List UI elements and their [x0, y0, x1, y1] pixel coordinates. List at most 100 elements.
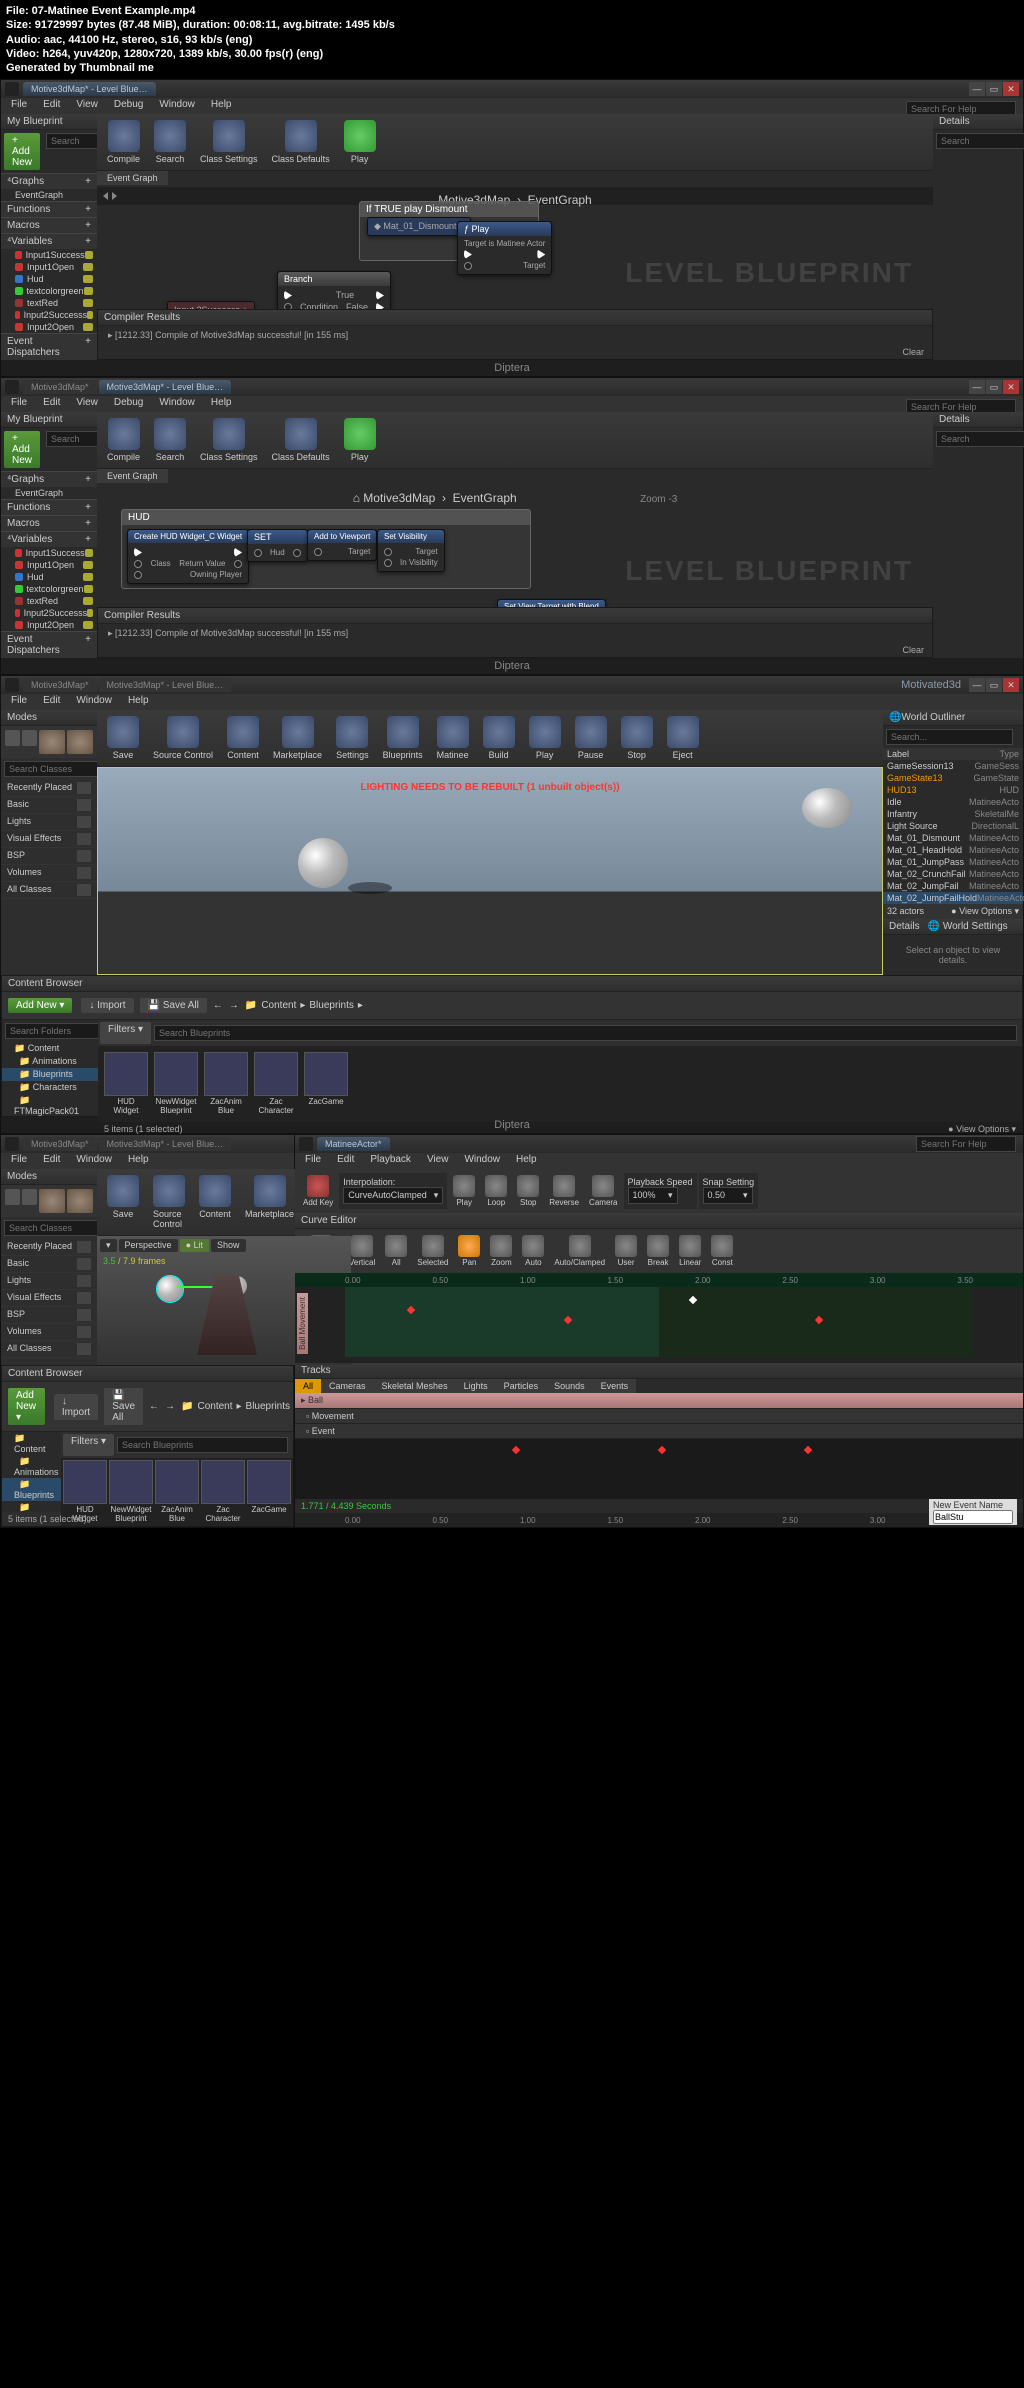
foliage-mode-icon[interactable] [67, 730, 93, 754]
curve-pan-button[interactable]: Pan [454, 1233, 484, 1269]
variable-item[interactable]: textRed [1, 297, 97, 309]
curve-const-button[interactable]: Const [707, 1233, 737, 1269]
outliner-row[interactable]: Mat_01_JumpPassMatineeActo [883, 856, 1023, 868]
set-view-target-node[interactable]: Set View Target with Blend Target New Vi… [497, 599, 606, 607]
menu-window[interactable]: Window [70, 694, 118, 710]
add-viewport-node[interactable]: Add to Viewport Target [307, 529, 377, 561]
track-tab[interactable]: Particles [496, 1379, 547, 1393]
track-tab[interactable]: Skeletal Meshes [374, 1379, 456, 1393]
track-tab[interactable]: Sounds [546, 1379, 593, 1393]
eventgraph-item[interactable]: EventGraph [1, 189, 97, 201]
add-new-button[interactable]: + Add New [4, 133, 40, 170]
set-node[interactable]: SET Hud [247, 529, 308, 562]
details-search[interactable] [936, 133, 1024, 149]
curve-break-button[interactable]: Break [643, 1233, 673, 1269]
menu-edit[interactable]: Edit [37, 694, 66, 710]
minimize-button[interactable]: — [969, 678, 985, 692]
outliner-row[interactable]: Mat_02_CrunchFailMatineeActo [883, 868, 1023, 880]
cat-functions[interactable]: Functions+ [1, 201, 97, 217]
save-button[interactable]: Save [101, 714, 145, 762]
nav-back-icon[interactable] [103, 192, 108, 200]
cb-view-options[interactable]: ● View Options ▾ [948, 1124, 1016, 1135]
outliner-search[interactable] [886, 729, 1013, 745]
matinee-help-search[interactable] [916, 1136, 1016, 1152]
variable-item[interactable]: Input1Open [1, 261, 97, 273]
mode-category[interactable]: Lights [1, 1273, 97, 1290]
cb-add-new[interactable]: Add New ▾ [8, 998, 72, 1013]
cb-save-all[interactable]: 💾 Save All [104, 1388, 143, 1425]
vp-lit[interactable]: ● Lit [180, 1239, 209, 1252]
maximize-button[interactable]: ▭ [986, 678, 1002, 692]
asset-item[interactable]: ZacGame [304, 1052, 348, 1116]
menu-window[interactable]: Window [153, 396, 201, 412]
mode-category[interactable]: Visual Effects [1, 831, 97, 848]
curve-auto/clamped-button[interactable]: Auto/Clamped [550, 1233, 609, 1269]
cb-save-all[interactable]: 💾 Save All [140, 998, 207, 1013]
stop-button[interactable]: Stop [513, 1173, 543, 1209]
cb-path[interactable]: 📁 Content ▸ Blueprints ▸ [245, 1000, 363, 1011]
tab-map[interactable]: Motive3dMap* [23, 1137, 97, 1151]
track-tab[interactable]: Lights [456, 1379, 496, 1393]
folder-item[interactable]: 📁 Blueprints [2, 1478, 61, 1501]
curve-zoom-button[interactable]: Zoom [486, 1233, 516, 1269]
mode-category[interactable]: Visual Effects [1, 1290, 97, 1307]
play-button[interactable]: Play [338, 416, 382, 464]
mode-category[interactable]: BSP [1, 1307, 97, 1324]
set-visibility-node[interactable]: Set Visibility Target In Visibility [377, 529, 445, 572]
outliner-row[interactable]: GameSession13GameSess [883, 760, 1023, 772]
curve-all-button[interactable]: All [381, 1233, 411, 1269]
folder-item[interactable]: 📁 FTMagicPack01 [2, 1094, 98, 1116]
class-defaults-button[interactable]: Class Defaults [266, 118, 336, 166]
content-button[interactable]: Content [221, 714, 265, 762]
outliner-row[interactable]: Mat_02_JumpFailHoldMatineeActo [883, 892, 1023, 904]
eventgraph-tab[interactable]: Event Graph [97, 469, 168, 483]
interp-select[interactable]: CurveAutoClamped▾ [343, 1187, 443, 1204]
tab-level-blueprint[interactable]: Motive3dMap* - Level Blue… [99, 1137, 232, 1151]
nav-fwd-icon[interactable] [112, 192, 117, 200]
variable-item[interactable]: Input1Success [1, 249, 97, 261]
asset-item[interactable]: NewWidget Blueprint [154, 1052, 198, 1116]
eventgraph-tab[interactable]: Event Graph [97, 171, 168, 185]
tab-level-blueprint[interactable]: Motive3dMap* - Level Blue… [23, 82, 156, 96]
variable-item[interactable]: textRed [1, 595, 97, 607]
cat-graphs[interactable]: ⁴Graphs+ [1, 471, 97, 487]
menu-help[interactable]: Help [205, 98, 238, 114]
variable-item[interactable]: Hud [1, 273, 97, 285]
variable-item[interactable]: Input1Success [1, 547, 97, 559]
cb-fwd[interactable]: → [165, 1401, 175, 1412]
folder-item[interactable]: 📁 Characters [2, 1501, 61, 1512]
folder-item[interactable]: 📁 Characters [2, 1081, 98, 1094]
track-tab[interactable]: Cameras [321, 1379, 374, 1393]
speed-select[interactable]: 100%▾ [628, 1187, 678, 1204]
track-tab[interactable]: Events [593, 1379, 637, 1393]
stop-button[interactable]: Stop [615, 714, 659, 762]
outliner-row[interactable]: Mat_02_JumpFailMatineeActo [883, 880, 1023, 892]
landscape-mode-icon[interactable] [39, 730, 65, 754]
new-event-popup[interactable]: New Event Name [929, 1499, 1017, 1525]
cat-variables[interactable]: ⁴Variables+ [1, 531, 97, 547]
marketplace-button[interactable]: Marketplace [239, 1173, 300, 1231]
folder-item[interactable]: 📁 Animations [2, 1055, 98, 1068]
blueprints-button[interactable]: Blueprints [377, 714, 429, 762]
details-tab[interactable]: Details [889, 921, 920, 932]
menu-help[interactable]: Help [122, 694, 155, 710]
asset-item[interactable]: ZacGame [247, 1460, 291, 1524]
menu-view[interactable]: View [421, 1153, 455, 1169]
menu-window[interactable]: Window [153, 98, 201, 114]
variable-item[interactable]: textcolorgreen [1, 285, 97, 297]
mode-category[interactable]: All Classes [1, 1341, 97, 1358]
eject-button[interactable]: Eject [661, 714, 705, 762]
folder-item[interactable]: 📁 Blueprints [2, 1068, 98, 1081]
mode-category[interactable]: All Classes [1, 882, 97, 899]
paint-mode-icon[interactable] [22, 730, 37, 746]
track-group-ball[interactable]: ▸ Ball [295, 1393, 1023, 1409]
snap-select[interactable]: 0.50▾ [703, 1187, 753, 1204]
foliage-mode-icon[interactable] [67, 1189, 93, 1213]
curve-auto-button[interactable]: Auto [518, 1233, 548, 1269]
cat-variables[interactable]: ⁴Variables+ [1, 233, 97, 249]
marketplace-button[interactable]: Marketplace [267, 714, 328, 762]
folder-item[interactable]: 📁 Animations [2, 1455, 61, 1478]
branch-node[interactable]: Branch True ConditionFalse [277, 271, 391, 309]
place-mode-icon[interactable] [5, 1189, 20, 1205]
build-button[interactable]: Build [477, 714, 521, 762]
